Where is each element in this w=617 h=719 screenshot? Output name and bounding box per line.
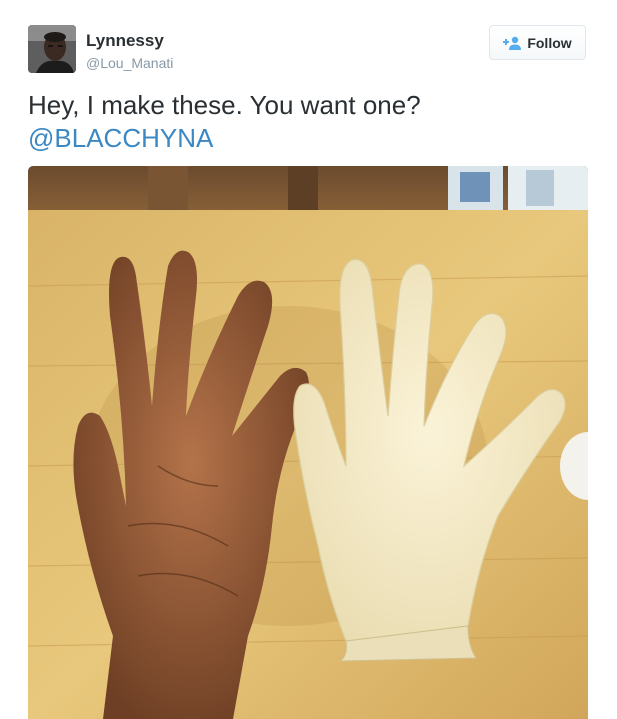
follow-button[interactable]: Follow bbox=[489, 25, 586, 60]
tweet-photo[interactable] bbox=[28, 166, 588, 719]
tweet-card: Lynnessy @Lou_Manati Follow Hey, I make … bbox=[0, 0, 617, 719]
author-avatar[interactable] bbox=[28, 25, 76, 73]
author-display-name[interactable]: Lynnessy bbox=[86, 31, 164, 51]
avatar-image bbox=[28, 25, 76, 73]
tweet-text-body: Hey, I make these. You want one? bbox=[28, 90, 421, 120]
author-screen-name[interactable]: @Lou_Manati bbox=[86, 55, 173, 71]
add-user-icon bbox=[503, 36, 522, 50]
follow-button-label: Follow bbox=[527, 34, 572, 51]
photo-two-hands bbox=[28, 166, 588, 719]
mention-link[interactable]: @BLACCHYNA bbox=[28, 122, 588, 155]
tweet-text: Hey, I make these. You want one? @BLACCH… bbox=[28, 89, 588, 155]
